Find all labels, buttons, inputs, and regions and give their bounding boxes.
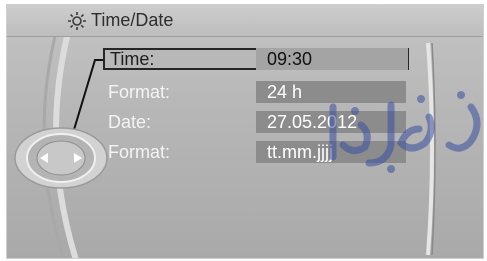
watermark-logo — [329, 91, 481, 173]
date-format-label: Format: — [108, 142, 171, 162]
controller-knob-icon[interactable] — [13, 127, 109, 189]
time-value[interactable]: 09:30 — [256, 48, 408, 70]
row-time[interactable]: Time: 09:30 — [103, 48, 409, 70]
time-label: Time: — [110, 49, 155, 69]
idrive-screen: Time/Date Time: 09:30 Format: 24 h Date:… — [6, 4, 484, 259]
date-label: Date: — [108, 112, 152, 132]
time-format-label: Format: — [108, 82, 171, 102]
